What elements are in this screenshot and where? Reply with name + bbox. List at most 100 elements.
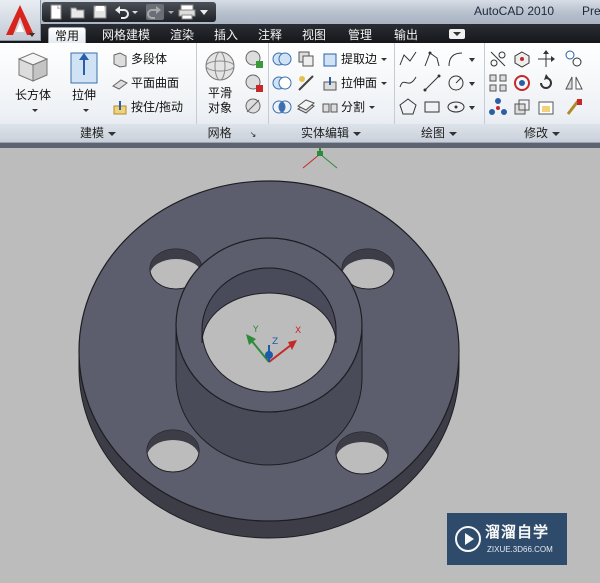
tab-output[interactable]: 输出 [388,27,424,43]
extract-edges-dropdown-icon[interactable] [381,58,388,61]
presspull-button[interactable]: 按住/拖动 [112,97,183,117]
extrude-faces-button[interactable]: 拉伸面 [322,73,388,93]
extrude-dropdown-icon[interactable] [83,109,89,112]
bolt-hole [146,429,200,473]
tab-render[interactable]: 渲染 [164,27,200,43]
quick-access-toolbar [42,2,216,22]
qat-menu-dropdown-icon[interactable] [198,4,216,20]
tab-home[interactable]: 常用 [48,27,87,44]
array-icon[interactable] [488,73,508,93]
panel-solid-editing-expand-icon[interactable] [353,131,361,136]
ucs-y-label: Y [252,325,259,335]
panel-modify-expand-icon[interactable] [552,131,560,136]
watermark: 溜溜自学 ZIXUE.3D66.COM [447,513,567,565]
polysolid-icon [113,51,127,68]
circle-icon[interactable] [446,73,466,93]
separate-label: 分割 [341,100,366,114]
3d-rotate-icon[interactable] [512,49,532,69]
extrude-button[interactable]: 拉伸 [62,49,106,117]
box-button[interactable]: 长方体 [10,49,56,117]
extract-edges-icon [323,53,337,66]
tab-insert[interactable]: 插入 [208,27,244,43]
panel-mesh-footer[interactable]: 网格 ↘ [196,124,268,142]
3d-scale-icon[interactable] [512,97,532,117]
panel-modeling-expand-icon[interactable] [108,131,116,136]
fillet-3d-icon[interactable] [488,49,508,69]
save-icon[interactable] [92,4,110,20]
separate-dropdown-icon[interactable] [369,106,376,109]
viewcube-axis-indicator[interactable] [302,148,338,169]
planar-surface-button[interactable]: 平面曲面 [112,73,179,93]
panel-mesh-launcher-icon[interactable]: ↘ [250,130,257,139]
scale-icon[interactable] [536,97,556,117]
panel-mesh-title: 网格 [207,126,232,140]
smooth-object-icon [205,51,235,81]
copy-icon[interactable] [564,49,584,69]
union-icon[interactable] [272,49,292,69]
3d-array-icon[interactable] [488,97,508,117]
panel-modeling-footer[interactable]: 建模 [0,124,196,142]
arc-icon[interactable] [446,49,466,69]
intersect-icon[interactable] [272,97,292,117]
open-icon[interactable] [70,4,88,20]
extrude-faces-label: 拉伸面 [341,76,378,90]
presspull-icon [113,100,127,114]
polygon-icon[interactable] [398,97,418,117]
interfere-icon[interactable] [296,49,316,69]
mirror-icon[interactable] [564,73,584,93]
plot-icon[interactable] [178,4,196,20]
3d-align-icon[interactable] [512,73,532,93]
window-title-extra: Pre [582,4,600,18]
ribbon-tab-bar: 常用 网格建模 渲染 插入 注释 视图 管理 输出 [0,24,600,44]
line-icon[interactable] [422,73,442,93]
panel-draw-title: 绘图 [420,126,445,140]
box-dropdown-icon[interactable] [32,109,38,112]
panel-solid-editing-title: 实体编辑 [300,126,349,140]
mesh-refine-icon[interactable] [244,97,264,117]
tab-view[interactable]: 视图 [296,27,332,43]
bolt-hole [335,431,389,475]
polysolid-button[interactable]: 多段体 [112,49,167,69]
watermark-title: 溜溜自学 [485,523,550,541]
mesh-smooth-more-icon[interactable] [244,49,264,69]
panel-modeling: 长方体 拉伸 多段体 平面曲面 按住/拖动 建模 [0,43,197,142]
application-menu-button[interactable] [0,0,41,41]
match-properties-icon[interactable] [564,97,584,117]
slice-icon[interactable] [296,73,316,93]
subtract-icon[interactable] [272,73,292,93]
separate-button[interactable]: 分割 [322,97,376,117]
panel-modify-footer[interactable]: 修改 [484,124,600,142]
panel-draw-footer[interactable]: 绘图 [394,124,484,142]
panel-draw: 绘图 [394,43,485,142]
rectangle-icon[interactable] [422,97,442,117]
smooth-object-button[interactable]: 平滑 对象 [200,49,240,116]
tab-annotate[interactable]: 注释 [252,27,288,43]
tab-mesh-modeling[interactable]: 网格建模 [96,27,156,43]
title-bar: AutoCAD 2010 Pre [0,0,600,41]
new-icon[interactable] [48,4,66,20]
extract-edges-button[interactable]: 提取边 [322,49,388,69]
ellipse-icon[interactable] [446,97,466,117]
tab-menu-button[interactable] [449,29,465,39]
separate-icon [322,103,338,112]
3d-polyline-icon[interactable] [422,49,442,69]
planar-surface-icon [112,78,128,90]
redo-icon[interactable] [146,4,164,20]
panel-solid-editing-footer[interactable]: 实体编辑 [268,124,394,142]
extract-edges-label: 提取边 [341,52,378,66]
extrude-faces-icon [323,76,337,90]
extrude-faces-dropdown-icon[interactable] [381,82,388,85]
panel-modify: 修改 [484,43,600,142]
rotate-icon[interactable] [536,73,556,93]
mesh-smooth-less-icon[interactable] [244,73,264,93]
spline-icon[interactable] [398,73,418,93]
panel-draw-expand-icon[interactable] [449,131,457,136]
polyline-icon[interactable] [398,49,418,69]
3d-move-icon[interactable] [536,49,556,69]
panel-modeling-title: 建模 [79,126,104,140]
extrude-icon [70,52,98,84]
panel-solid-editing: 提取边 拉伸面 分割 实体编辑 [268,43,395,142]
smooth-object-label-2: 对象 [207,101,232,115]
tab-manage[interactable]: 管理 [342,27,378,43]
thicken-icon[interactable] [296,97,316,117]
